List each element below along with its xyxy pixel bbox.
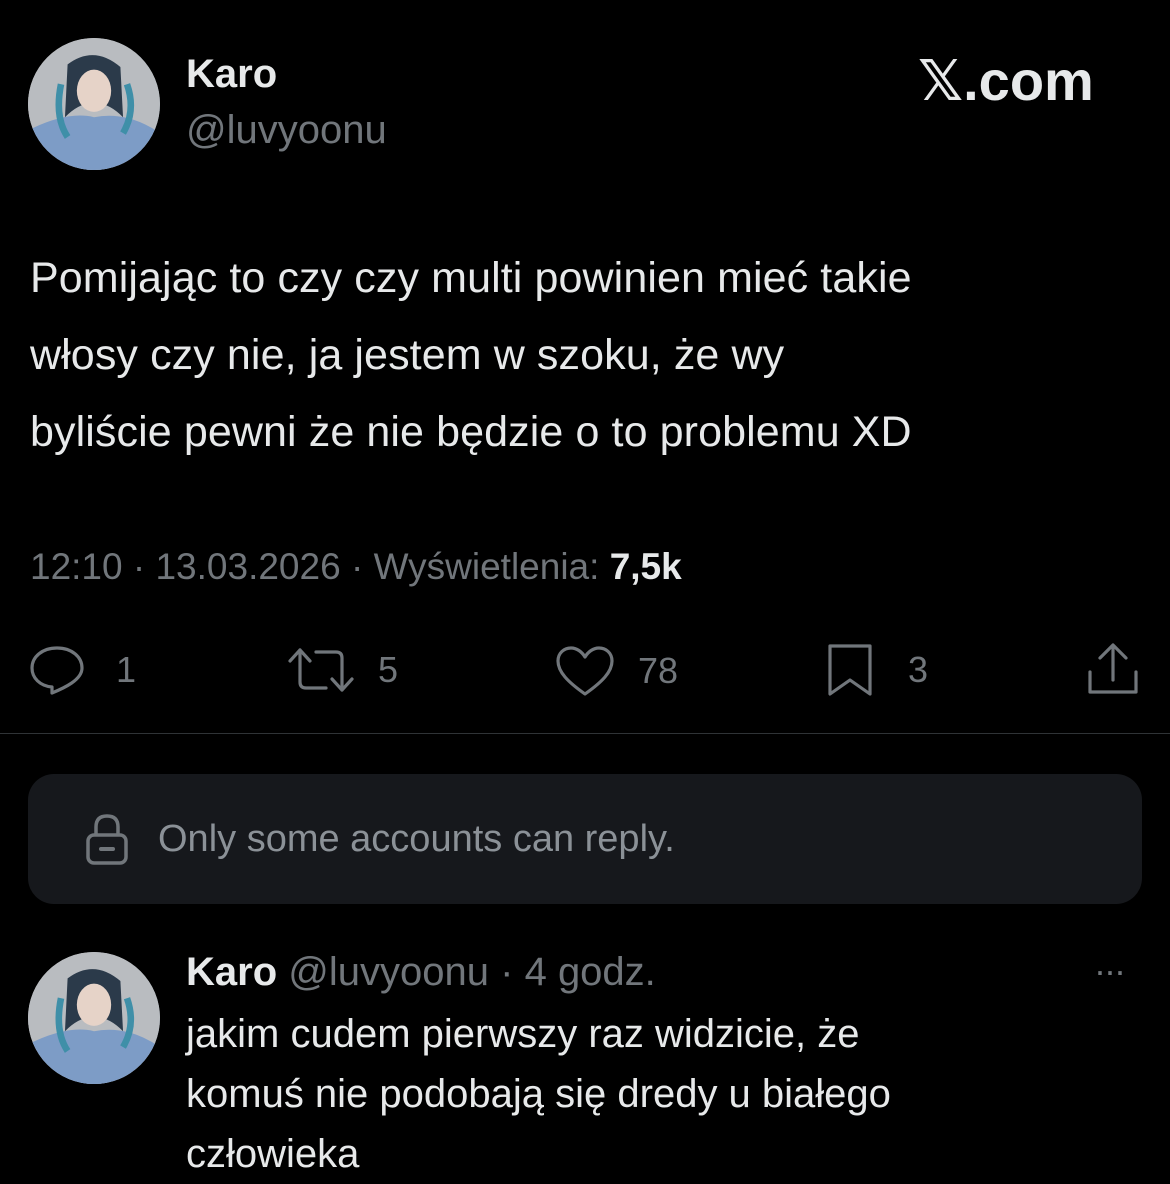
repost-icon [288, 648, 354, 692]
reply-time[interactable]: 4 godz. [525, 950, 656, 994]
tweet-line: włosy czy nie, ja jestem w szoku, że wy [30, 331, 785, 379]
reply-header: Karo @luvyoonu · 4 godz. [186, 950, 656, 995]
author-avatar[interactable] [28, 38, 160, 170]
views-count[interactable]: 7,5k [610, 546, 682, 587]
reply-author-name[interactable]: Karo [186, 950, 277, 994]
like-action[interactable]: 78 [554, 644, 678, 698]
tweet-time[interactable]: 12:10 [30, 546, 123, 587]
reply-line: człowieka [186, 1132, 360, 1176]
tweet-meta: 12:10 · 13.03.2026 · Wyświetlenia: 7,5k [30, 546, 682, 588]
reply-count: 1 [116, 649, 137, 690]
lock-icon [86, 814, 128, 865]
like-count: 78 [638, 650, 679, 691]
tweet-line: byliście pewni że nie będzie o to proble… [30, 408, 912, 456]
tweet-line: Pomijając to czy czy multi powinien mieć… [30, 254, 912, 302]
bookmark-action[interactable]: 3 [822, 640, 928, 700]
reply-separator: · [500, 950, 514, 994]
reply-text: jakim cudem pierwszy raz widzicie, że ko… [186, 1004, 891, 1184]
heart-icon [556, 646, 614, 696]
bookmark-icon [828, 644, 872, 696]
share-action[interactable] [1084, 640, 1142, 700]
reply-restriction-text: Only some accounts can reply. [158, 817, 675, 860]
tweet-text: Pomijając to czy czy multi powinien mieć… [30, 240, 912, 471]
divider [0, 733, 1170, 734]
author-handle[interactable]: @luvyoonu [186, 108, 387, 153]
share-icon [1088, 643, 1138, 694]
repost-action[interactable]: 5 [286, 644, 398, 696]
reply-author-handle[interactable]: @luvyoonu [288, 950, 489, 994]
tweet-date[interactable]: 13.03.2026 [155, 546, 340, 587]
views-label: Wyświetlenia: [373, 546, 600, 587]
bookmark-count: 3 [908, 649, 929, 690]
author-name[interactable]: Karo [186, 52, 277, 97]
meta-separator: · [132, 546, 146, 587]
more-options-icon[interactable]: ··· [1094, 950, 1126, 992]
reply-line: komuś nie podobają się dredy u białego [186, 1072, 891, 1116]
reply-line: jakim cudem pierwszy raz widzicie, że [186, 1012, 860, 1056]
x-logo-brand: 𝕏.com [918, 49, 1094, 112]
reply-author-avatar[interactable] [28, 952, 160, 1084]
meta-separator: · [350, 546, 364, 587]
repost-count: 5 [378, 649, 399, 690]
reply-action[interactable]: 1 [28, 644, 136, 696]
reply-icon [30, 646, 84, 695]
reply-restriction-banner: Only some accounts can reply. [28, 774, 1142, 904]
